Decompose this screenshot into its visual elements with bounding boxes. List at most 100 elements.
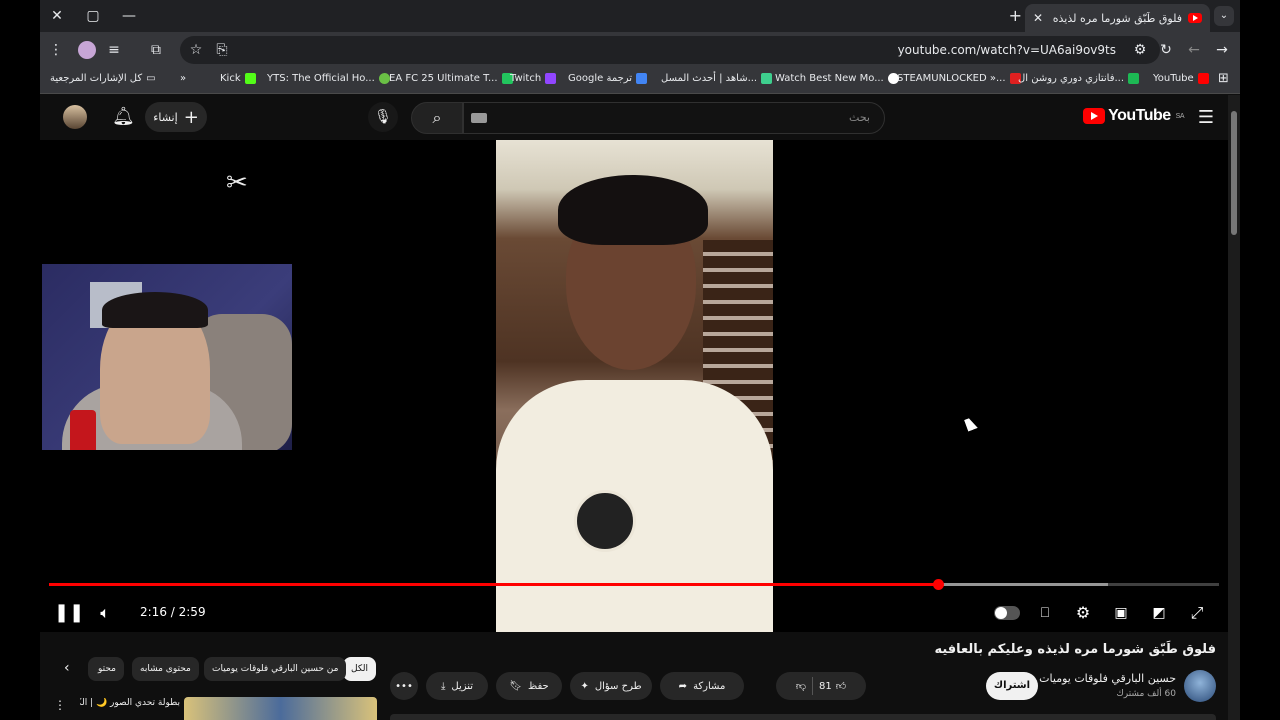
- site-settings-icon[interactable]: ⚙: [1130, 40, 1150, 60]
- install-app-icon[interactable]: ⎘: [212, 40, 232, 60]
- bookmark-item-kick[interactable]: Kick: [220, 73, 256, 84]
- extensions-icon[interactable]: ⧉: [146, 40, 166, 60]
- share-button[interactable]: مشاركة ➦: [660, 672, 744, 700]
- recommendation-thumbnail[interactable]: [184, 697, 377, 720]
- youtube-play-logo-icon: [1083, 108, 1106, 124]
- maximize-window-icon[interactable]: ▢: [82, 6, 104, 26]
- chip-related[interactable]: محتوى مشابه: [132, 657, 199, 681]
- bookmarks-overflow-icon[interactable]: »: [180, 73, 186, 84]
- pause-icon[interactable]: ❚❚: [54, 600, 84, 626]
- url-text: youtube.com/watch?v=UA6ai9ov9ts: [897, 43, 1116, 57]
- page-scrollbar[interactable]: [1228, 95, 1240, 720]
- scrollbar-thumb[interactable]: [1231, 111, 1237, 235]
- bookmark-item-twitch[interactable]: Twitch: [510, 73, 557, 84]
- video-person-shirt: [496, 380, 773, 632]
- mouse-cursor: [964, 416, 978, 432]
- tab-bar: ✕ ▢ — + فلوق طَبّق شورما مره لذيذه وعليك…: [40, 0, 1240, 32]
- player-controls: ❚❚ 🔈︎ 2:16 / 2:59 ⎕ ⚙ ▣ ◩ ⤢: [40, 596, 1228, 632]
- bookmark-item-steamunlocked[interactable]: STEAMUNLOCKED »...: [897, 73, 1021, 84]
- logo-text: YouTube: [1108, 107, 1171, 124]
- shahid-favicon-icon: [761, 73, 773, 84]
- screen-border-left: [0, 0, 40, 720]
- bookmark-item-fantasy[interactable]: فانتازي دوري روشن ال...: [1018, 73, 1140, 84]
- all-bookmarks-label: كل الإشارات المرجعية: [50, 73, 143, 84]
- progress-scrubber-handle[interactable]: [933, 579, 945, 590]
- settings-gear-icon[interactable]: ⚙: [1072, 600, 1094, 626]
- chip-overflow[interactable]: محتو: [88, 657, 124, 681]
- keyboard-icon[interactable]: [471, 113, 487, 123]
- chip-from-channel[interactable]: من حسين البارقي فلوقات يوميات: [204, 657, 347, 681]
- youtube-logo[interactable]: YouTube SA: [1083, 107, 1185, 125]
- ask-button[interactable]: طرح سؤال ✦: [570, 672, 652, 700]
- autoplay-toggle[interactable]: [994, 606, 1020, 620]
- current-time: 2:16: [140, 605, 167, 619]
- new-tab-button[interactable]: +: [1009, 6, 1022, 25]
- dislike-button-thumbs-down-icon[interactable]: 👎︎: [796, 680, 806, 692]
- miniplayer-icon[interactable]: ▣: [1110, 600, 1132, 626]
- webcam-microphone: [70, 410, 96, 450]
- bookmark-star-icon[interactable]: ☆: [186, 40, 206, 60]
- channel-avatar[interactable]: [1184, 670, 1216, 702]
- more-actions-icon[interactable]: •••: [390, 672, 418, 700]
- like-divider: [811, 677, 813, 695]
- apps-grid-icon[interactable]: ⊞: [1218, 71, 1229, 86]
- back-icon[interactable]: ←: [1184, 40, 1204, 60]
- bookmark-item-eafc[interactable]: EA FC 25 Ultimate T...: [389, 73, 513, 84]
- menu-kebab-icon[interactable]: ⋮: [46, 40, 66, 60]
- profile-avatar[interactable]: [78, 41, 96, 59]
- time-separator: /: [166, 605, 179, 619]
- media-control-icon[interactable]: ≡: [104, 40, 124, 60]
- video-title: فلوق طَبّق شورما مره لذيذه وعليكم بالعاف…: [934, 642, 1216, 657]
- region-code: SA: [1175, 112, 1185, 120]
- recommendation-more-icon[interactable]: ⋮: [54, 698, 66, 712]
- share-arrow-icon: ➦: [678, 680, 688, 692]
- cast-icon[interactable]: ◩: [1148, 600, 1170, 626]
- volume-icon[interactable]: 🔈︎: [94, 600, 116, 626]
- fullscreen-icon[interactable]: ⤢: [1186, 600, 1208, 626]
- subtitles-icon[interactable]: ⎕: [1034, 600, 1056, 626]
- video-player[interactable]: ✂ ❚❚ 🔈︎ 2:16 / 2:59 ⎕ ⚙ ▣ ◩ ⤢: [40, 140, 1228, 632]
- hamburger-menu-icon[interactable]: ☰: [1198, 107, 1214, 128]
- like-button[interactable]: 👍︎ 81: [819, 680, 846, 693]
- plus-icon: +: [183, 106, 199, 128]
- subscribe-button[interactable]: اشتراك: [986, 672, 1038, 700]
- reload-icon[interactable]: ↻: [1156, 40, 1176, 60]
- close-tab-icon[interactable]: ✕: [1033, 11, 1043, 25]
- bookmark-label: YouTube: [1153, 73, 1194, 84]
- bookmark-label: Twitch: [510, 73, 542, 84]
- all-bookmarks-folder[interactable]: كل الإشارات المرجعية ▭: [50, 73, 156, 84]
- minimize-window-icon[interactable]: —: [118, 6, 140, 26]
- close-window-icon[interactable]: ✕: [46, 6, 68, 26]
- create-button[interactable]: إنشاء +: [145, 102, 207, 132]
- download-button[interactable]: تنزيل ⤓: [426, 672, 488, 700]
- tab-search-icon[interactable]: ⌄: [1214, 6, 1234, 26]
- bookmark-item-youtube[interactable]: YouTube: [1153, 73, 1209, 84]
- account-avatar[interactable]: [63, 105, 87, 129]
- voice-search-mic-icon[interactable]: 🎙︎: [368, 102, 398, 132]
- bookmark-item-shahid[interactable]: شاهد | أحدث المسل...: [661, 73, 773, 84]
- address-bar[interactable]: ☆ ⎘ youtube.com/watch?v=UA6ai9ov9ts ⚙: [180, 36, 1160, 64]
- chips-prev-chevron-icon[interactable]: ‹: [64, 660, 70, 676]
- chip-all[interactable]: الكل: [343, 657, 377, 681]
- search-button[interactable]: ⌕: [411, 102, 463, 134]
- create-label: إنشاء: [153, 110, 178, 124]
- translate-favicon-icon: [636, 73, 648, 84]
- tab-active[interactable]: فلوق طَبّق شورما مره لذيذه وعليكم بالعاف…: [1025, 4, 1210, 32]
- save-button[interactable]: حفظ 🔖︎: [496, 672, 562, 700]
- tab-title: فلوق طَبّق شورما مره لذيذه وعليكم بالعاف…: [1049, 11, 1182, 25]
- search-icon: ⌕: [432, 108, 442, 127]
- browser-toolbar: ⋮ ≡ ⧉ ☆ ⎘ youtube.com/watch?v=UA6ai9ov9t…: [40, 32, 1240, 68]
- description-box[interactable]: [390, 714, 1216, 720]
- folder-icon: ▭: [146, 73, 156, 84]
- progress-bar[interactable]: [49, 579, 1219, 590]
- channel-name[interactable]: حسين البارقي فلوقات يوميات: [1039, 672, 1176, 685]
- youtube-favicon-icon: [1197, 73, 1209, 84]
- recommendation-title[interactable]: بطولة تحدي الصور 🌙 | الكبري...: [80, 698, 180, 708]
- bookmark-item-yts[interactable]: YTS: The Official Ho...: [267, 73, 390, 84]
- bookmark-item-google-translate[interactable]: Google ترجمة: [568, 73, 648, 84]
- search-input[interactable]: بحث: [463, 102, 885, 134]
- notifications-bell-icon[interactable]: 🔔︎: [112, 106, 135, 127]
- bookmark-item-watch-movies[interactable]: Watch Best New Mo...: [775, 73, 899, 84]
- bookmark-label: Google ترجمة: [568, 73, 633, 84]
- forward-icon[interactable]: →: [1212, 40, 1232, 60]
